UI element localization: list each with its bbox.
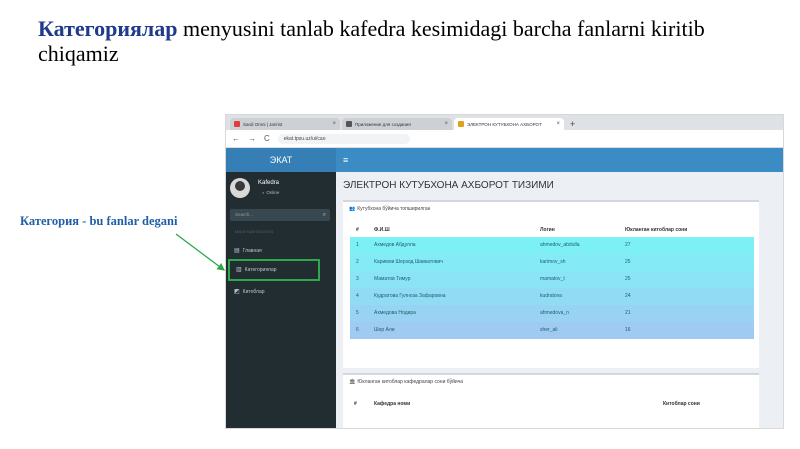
sidebar-item-label: Китоблар xyxy=(242,289,265,295)
table-cell-login: ahmedov_abdulla xyxy=(540,242,580,248)
column-header: # xyxy=(356,227,359,233)
url-field[interactable]: ekat.tpsu.uz/ui/cao xyxy=(277,133,410,144)
main-content: ЭЛЕКТРОН КУТУБХОНА АХБОРОТ ТИЗИМИ 👥 Кутуб… xyxy=(336,172,783,428)
box-header: 👥 Кутубхона бўйича топширилган xyxy=(349,206,430,212)
page-title: ЭЛЕКТРОН КУТУБХОНА АХБОРОТ ТИЗИМИ xyxy=(343,180,554,191)
back-icon[interactable]: ← xyxy=(232,134,240,143)
table-cell-count: 27 xyxy=(625,242,631,248)
users-box: 👥 Кутубхона бўйича топширилган # Ф.И.Ш Ло… xyxy=(343,200,759,368)
forward-icon[interactable]: → xyxy=(248,134,256,143)
table-header: # Ф.И.Ш Логин Юкланган китоблар сони xyxy=(350,224,754,236)
column-header: Логин xyxy=(540,227,555,233)
table-row[interactable]: 2 Каримов Шерзод Шавкатович karimov_sh 25 xyxy=(350,254,754,271)
table-cell-login: sher_ali xyxy=(540,327,558,333)
user-panel: Kafedra Online xyxy=(230,178,330,202)
sidebar: Kafedra Online Search... ⌕ MAIN NAVIGATIO… xyxy=(226,172,336,428)
table-cell-n: 6 xyxy=(356,327,359,333)
table-cell-fio: Кудратова Гулноза Зафаровна xyxy=(374,293,446,299)
table-row[interactable]: 5 Ахмедова Нодира ahmedova_n 21 xyxy=(350,305,754,322)
home-icon: ▤ xyxy=(234,248,240,254)
sidebar-item-categories[interactable]: ▥ Категориялар xyxy=(228,259,320,281)
table-cell-n: 5 xyxy=(356,310,359,316)
avatar xyxy=(230,178,250,198)
new-tab-button[interactable]: + xyxy=(570,118,575,130)
building-icon: 🏛 xyxy=(349,379,356,385)
table-cell-fio: Шер Али xyxy=(374,327,395,333)
column-header: Юкланган китоблар сони xyxy=(625,227,688,233)
table-cell-count: 25 xyxy=(625,259,631,265)
top-navbar: ЭКАТ ≡ xyxy=(226,148,783,172)
table-cell-login: karimov_sh xyxy=(540,259,566,265)
reload-icon[interactable]: C xyxy=(264,134,270,143)
menu-toggle-icon[interactable]: ≡ xyxy=(343,148,348,172)
favicon-icon xyxy=(234,121,240,127)
user-name: Kafedra xyxy=(258,180,280,186)
table-cell-login: ahmedova_n xyxy=(540,310,569,316)
column-header: Китоблар сони xyxy=(663,401,700,407)
users-icon: 👥 xyxy=(349,206,356,212)
table-cell-n: 4 xyxy=(356,293,359,299)
box-title: Кутубхона бўйича топширилган xyxy=(357,206,431,212)
table-cell-count: 16 xyxy=(625,327,631,333)
close-tab-icon[interactable]: × xyxy=(556,121,560,127)
table-cell-fio: Ахмедова Нодира xyxy=(374,310,416,316)
app: ЭКАТ ≡ Kafedra Online Search... ⌕ MAIN NA… xyxy=(226,148,783,428)
table-cell-n: 1 xyxy=(356,242,359,248)
brand-logo[interactable]: ЭКАТ xyxy=(226,148,336,172)
column-header: Кафедра номи xyxy=(374,401,411,407)
favicon-icon xyxy=(346,121,352,127)
browser-tab[interactable]: ЭЛЕКТРОН КУТУБХОНА АХБОРОТ × xyxy=(454,118,564,130)
menu-header: MAIN NAVIGATION xyxy=(235,229,274,234)
browser-window: Sardi Omni | Jaririst × Приложение для соз… xyxy=(225,114,784,429)
tab-title: Sardi Omni | Jaririst xyxy=(243,121,283,127)
search-icon[interactable]: ⌕ xyxy=(323,209,326,221)
users-table-body: 1 Ахмедов Абдулла ahmedov_abdulla 27 2 Каримо… xyxy=(350,237,754,339)
table-row[interactable]: 6 Шер Али sher_ali 16 xyxy=(350,322,754,339)
sidebar-item-home[interactable]: ▤ Главная xyxy=(226,244,336,258)
title-keyword: Категориялар xyxy=(38,16,178,41)
table-cell-login: mamatov_t xyxy=(540,276,565,282)
box-title: Юкланган китоблар кафедралар сони бўйича xyxy=(357,379,464,385)
slide-title: Категориялар menyusini tanlab kafedra ke… xyxy=(38,16,778,66)
address-bar: ← → C ekat.tpsu.uz/ui/cao xyxy=(226,130,783,148)
search-placeholder: Search... xyxy=(235,212,254,217)
table-row[interactable]: 1 Ахмедов Абдулла ahmedov_abdulla 27 xyxy=(350,237,754,254)
book-icon: ◩ xyxy=(234,289,240,295)
table-cell-fio: Каримов Шерзод Шавкатович xyxy=(374,259,443,265)
table-cell-n: 3 xyxy=(356,276,359,282)
column-header: # xyxy=(354,401,357,407)
departments-box: 🏛 Юкланган китоблар кафедралар сони бўйич… xyxy=(343,373,759,428)
sidebar-item-label: Главная xyxy=(242,248,262,254)
table-cell-count: 25 xyxy=(625,276,631,282)
browser-tab[interactable]: Приложение для создания × xyxy=(342,118,452,130)
browser-tab-bar: Sardi Omni | Jaririst × Приложение для соз… xyxy=(226,115,783,130)
table-cell-login: kudratova xyxy=(540,293,562,299)
browser-tab[interactable]: Sardi Omni | Jaririst × xyxy=(230,118,340,130)
table-cell-count: 21 xyxy=(625,310,631,316)
sidebar-item-books[interactable]: ◩ Китоблар xyxy=(226,285,336,299)
table-cell-n: 2 xyxy=(356,259,359,265)
table-row[interactable]: 3 Маматов Тимур mamatov_t 25 xyxy=(350,271,754,288)
table-cell-fio: Ахмедов Абдулла xyxy=(374,242,416,248)
tab-title: Приложение для создания xyxy=(355,121,411,127)
table-cell-fio: Маматов Тимур xyxy=(374,276,411,282)
tab-title: ЭЛЕКТРОН КУТУБХОНА АХБОРОТ xyxy=(467,121,542,127)
sidebar-search-input[interactable]: Search... ⌕ xyxy=(230,209,330,221)
close-tab-icon[interactable]: × xyxy=(444,121,448,127)
box-header: 🏛 Юкланган китоблар кафедралар сони бўйич… xyxy=(349,379,463,385)
favicon-icon xyxy=(458,121,464,127)
table-row[interactable]: 4 Кудратова Гулноза Зафаровна kudratova 24 xyxy=(350,288,754,305)
list-icon: ▥ xyxy=(236,267,242,273)
sidebar-item-label: Категориялар xyxy=(244,267,277,273)
close-tab-icon[interactable]: × xyxy=(332,121,336,127)
column-header: Ф.И.Ш xyxy=(374,227,390,233)
user-status: Online xyxy=(262,190,279,195)
table-header: # Кафедра номи Китоблар сони xyxy=(350,398,754,410)
callout-label: Категория - bu fanlar degani xyxy=(20,214,178,228)
table-cell-count: 24 xyxy=(625,293,631,299)
